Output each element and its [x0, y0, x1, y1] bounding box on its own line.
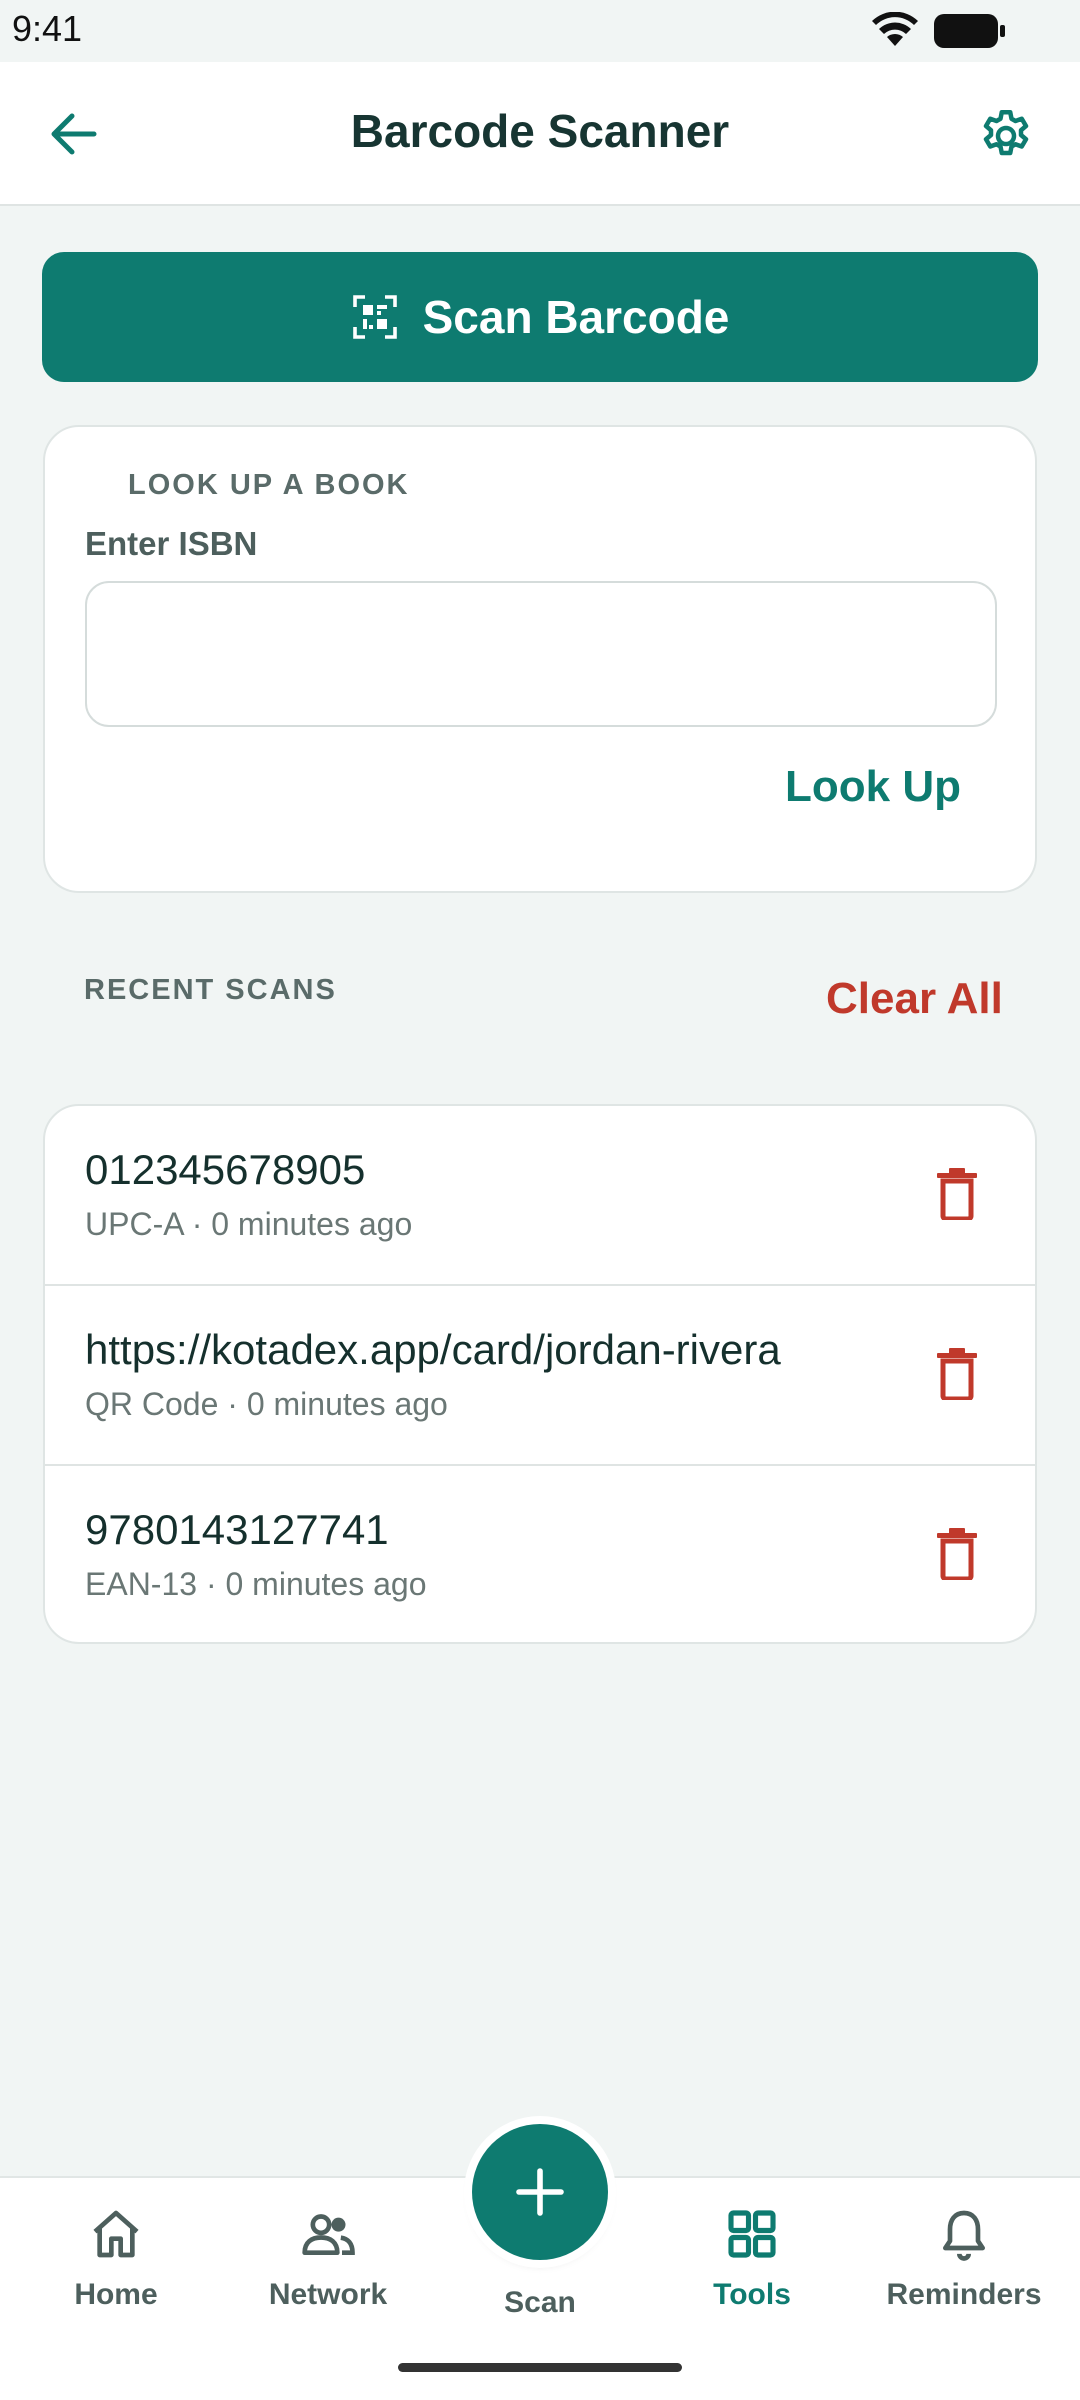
scan-fab-button[interactable]: [472, 2124, 608, 2260]
trash-icon[interactable]: [937, 1168, 977, 1220]
gear-icon[interactable]: [976, 106, 1036, 166]
list-item[interactable]: 9780143127741 EAN-13 · 0 minutes ago: [45, 1466, 1035, 1642]
lookup-card: LOOK UP A BOOK Enter ISBN Look Up: [43, 425, 1037, 893]
clear-all-button[interactable]: Clear All: [826, 974, 1003, 1024]
scan-barcode-label: Scan Barcode: [422, 291, 730, 343]
qr-code-scan-icon: [352, 295, 397, 339]
nav-label-scan[interactable]: Scan: [440, 2286, 640, 2320]
scan-meta: UPC-A · 0 minutes ago: [85, 1206, 413, 1242]
recent-scans-list: 012345678905 UPC-A · 0 minutes ago https…: [43, 1104, 1037, 1644]
scan-barcode-button[interactable]: Scan Barcode: [42, 252, 1038, 382]
plus-icon: [516, 2168, 564, 2216]
nav-label: Tools: [713, 2278, 791, 2311]
scan-value: 012345678905: [85, 1146, 366, 1193]
scan-meta: EAN-13 · 0 minutes ago: [85, 1566, 427, 1602]
nav-label: Reminders: [886, 2278, 1042, 2311]
isbn-input[interactable]: [85, 581, 997, 727]
nav-item-reminders[interactable]: Reminders: [864, 2206, 1064, 2312]
scan-value: 9780143127741: [85, 1506, 389, 1553]
nav-item-tools[interactable]: Tools: [652, 2206, 852, 2312]
status-bar: 9:41: [0, 0, 1080, 62]
bell-icon: [943, 2210, 985, 2261]
page-title: Barcode Scanner: [350, 105, 730, 157]
grid-icon: [728, 2210, 776, 2258]
app-bar: Barcode Scanner: [0, 62, 1080, 206]
scan-value: https://kotadex.app/card/jordan-rivera: [85, 1326, 781, 1373]
home-icon: [93, 2210, 139, 2258]
list-item[interactable]: https://kotadex.app/card/jordan-rivera Q…: [45, 1286, 1035, 1466]
trash-icon[interactable]: [937, 1528, 977, 1580]
nav-item-network[interactable]: Network: [228, 2206, 428, 2312]
status-time: 9:41: [12, 8, 83, 49]
trash-icon[interactable]: [937, 1348, 977, 1400]
scan-meta: QR Code · 0 minutes ago: [85, 1386, 448, 1422]
list-item[interactable]: 012345678905 UPC-A · 0 minutes ago: [45, 1106, 1035, 1286]
look-up-button[interactable]: Look Up: [785, 762, 961, 812]
isbn-field-label: Enter ISBN: [85, 525, 258, 562]
recent-scans-heading: RECENT SCANS: [84, 974, 337, 1006]
battery-icon: [934, 14, 1005, 48]
nav-label: Network: [268, 2278, 388, 2311]
lookup-heading: LOOK UP A BOOK: [128, 469, 410, 501]
home-indicator: [398, 2363, 682, 2372]
nav-label: Home: [74, 2278, 158, 2311]
nav-item-home[interactable]: Home: [16, 2206, 216, 2312]
people-icon: [302, 2214, 355, 2255]
wifi-icon: [872, 12, 918, 46]
